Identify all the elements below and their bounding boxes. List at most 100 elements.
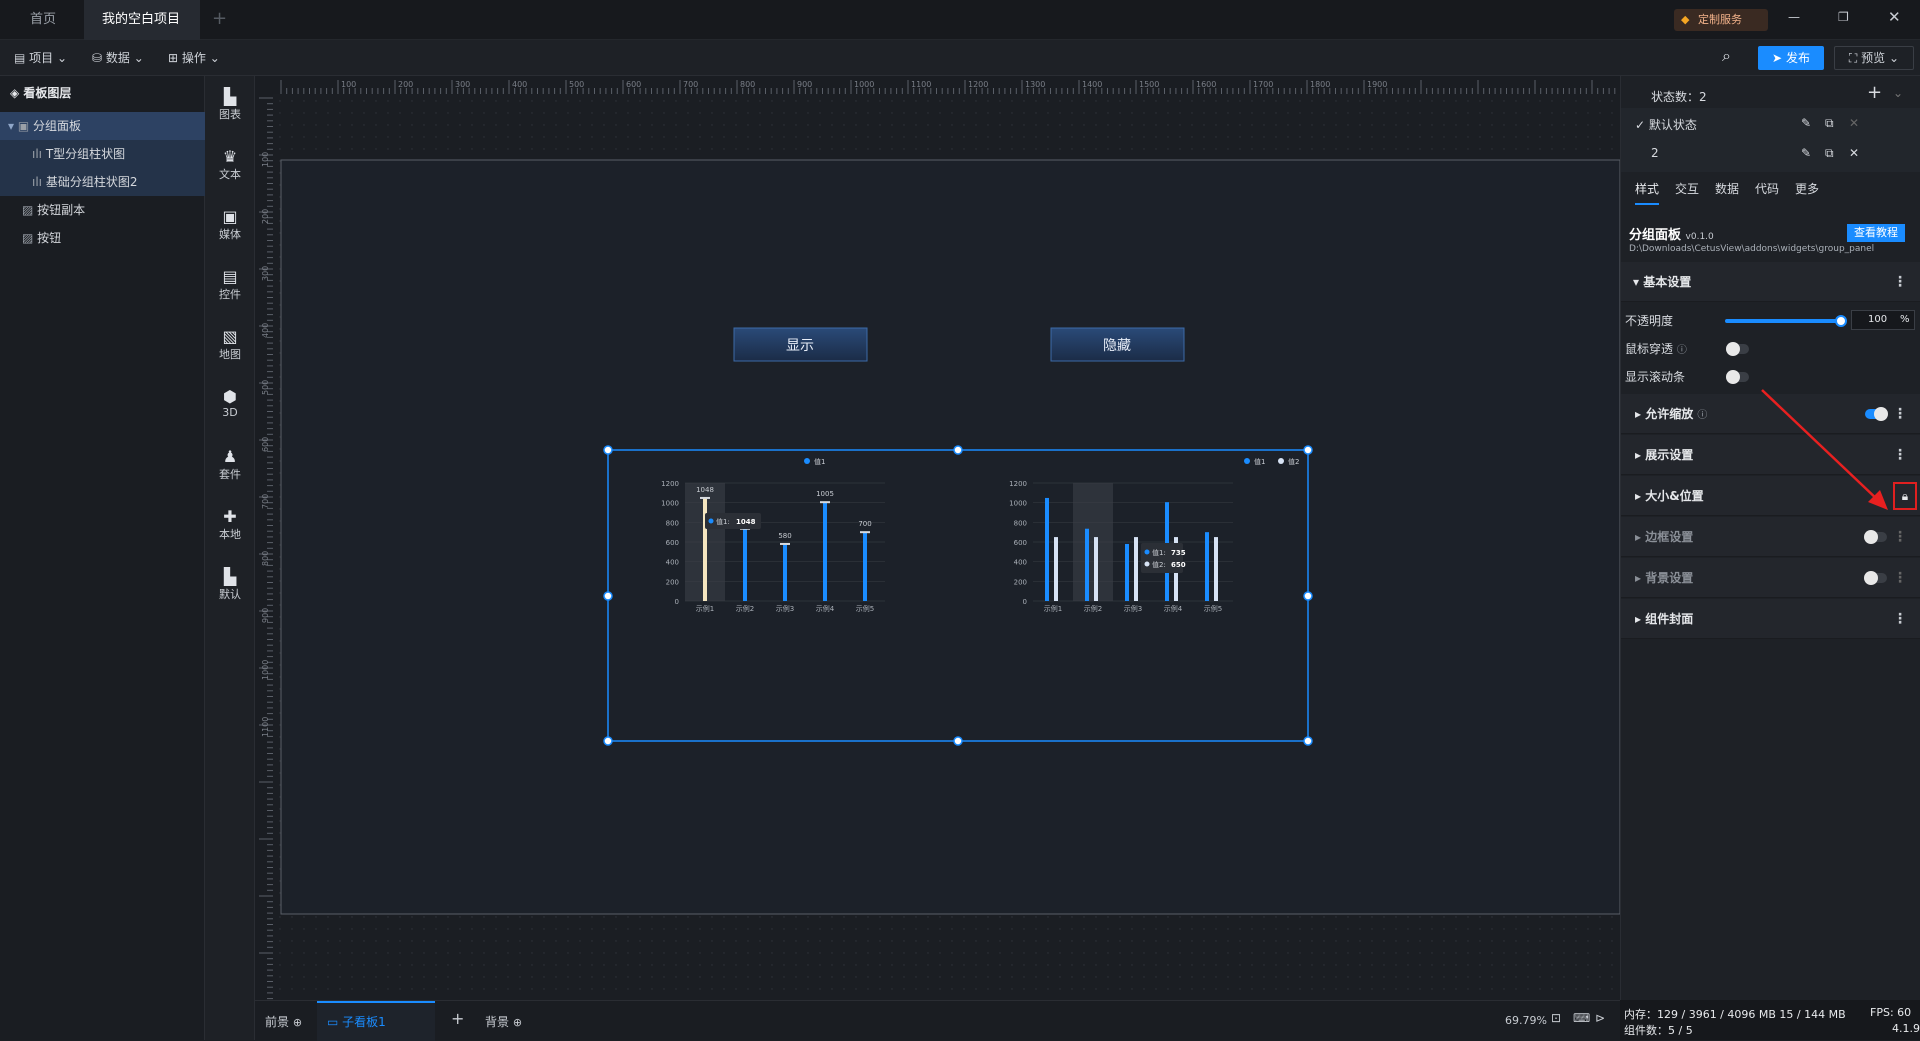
section-basic-settings[interactable]: ▾ 基本设置 ⋮: [1621, 262, 1920, 302]
resize-handle[interactable]: [953, 736, 963, 746]
close-icon[interactable]: ✕: [1888, 8, 1901, 26]
resize-handle[interactable]: [1303, 591, 1313, 601]
tab-interaction[interactable]: 交互: [1675, 180, 1699, 197]
tutorial-button[interactable]: 查看教程: [1847, 224, 1905, 242]
layer-item-button-copy[interactable]: ▨ 按钮副本: [0, 196, 205, 224]
restore-icon[interactable]: ❐: [1838, 10, 1849, 24]
ruler-label: 500: [569, 80, 584, 89]
opacity-slider-handle[interactable]: [1835, 315, 1847, 327]
ruler-label: 800: [740, 80, 755, 89]
chevron-down-icon[interactable]: ⌄: [1893, 86, 1903, 100]
border-toggle[interactable]: [1864, 530, 1887, 544]
show-scrollbar-toggle[interactable]: [1726, 370, 1749, 384]
tab-home[interactable]: 首页: [12, 0, 74, 40]
minimize-icon[interactable]: —: [1788, 10, 1800, 24]
tab-code[interactable]: 代码: [1755, 180, 1779, 197]
tooltip-value: 650: [1171, 561, 1186, 569]
iconbar-local[interactable]: ✚ 本地: [205, 508, 255, 542]
media-icon: ▣: [222, 207, 238, 226]
legend-label: 值1: [814, 457, 825, 466]
opacity-slider[interactable]: [1725, 319, 1841, 323]
iconbar-label: 套件: [219, 468, 241, 481]
copy-icon[interactable]: ⧉: [1825, 146, 1834, 161]
iconbar-control[interactable]: ▤ 控件: [205, 268, 255, 302]
layer-item-basic-bar[interactable]: ılı 基础分组柱状图2: [0, 168, 205, 196]
more-vertical-icon[interactable]: ⋮: [1893, 558, 1907, 598]
search-icon[interactable]: ⌕: [1722, 46, 1731, 66]
iconbar-chart[interactable]: ▙ 图表: [205, 88, 255, 122]
resize-handle[interactable]: [1303, 445, 1313, 455]
foreground-tab[interactable]: 前景 ⊕: [265, 1013, 302, 1030]
layer-item-group-panel[interactable]: ▾ ▣ 分组面板: [0, 112, 205, 140]
resize-handle[interactable]: [603, 591, 613, 601]
menu-action[interactable]: ⊞ 操作 ⌄: [168, 48, 220, 68]
section-border-settings[interactable]: ▸ 边框设置 ⋮: [1621, 517, 1920, 557]
iconbar-3d[interactable]: ⬢ 3D: [205, 388, 255, 420]
shirt-icon: ♟: [222, 447, 238, 466]
resize-handle[interactable]: [1303, 736, 1313, 746]
ruler-label: 1000: [261, 660, 270, 680]
canvas[interactable]: 100 200 300 400 500 600 700 800 900 1000 1100 1200 1…: [255, 76, 1620, 1000]
mouse-through-toggle[interactable]: [1726, 342, 1749, 356]
add-tab-icon[interactable]: +: [212, 8, 227, 29]
terminal-icon[interactable]: ⊳: [1595, 1011, 1605, 1025]
resize-handle[interactable]: [603, 736, 613, 746]
iconbar-media[interactable]: ▣ 媒体: [205, 208, 255, 242]
tab-project[interactable]: 我的空白项目: [84, 0, 200, 64]
legend-marker: [804, 458, 810, 464]
background-toggle[interactable]: [1864, 571, 1887, 585]
iconbar-map[interactable]: ▧ 地图: [205, 328, 255, 362]
custom-service-button[interactable]: ◆ 定制服务: [1674, 9, 1768, 31]
iconbar-text[interactable]: ♛ 文本: [205, 148, 255, 182]
preview-button[interactable]: ⛶ 预览 ⌄: [1834, 46, 1914, 70]
memory-status: 内存：129 / 3961 / 4096 MB 15 / 144 MB: [1624, 1008, 1846, 1021]
tab-more[interactable]: 更多: [1795, 180, 1819, 197]
hide-button[interactable]: 隐藏: [1050, 327, 1185, 362]
chart-icon: ▙: [223, 87, 237, 106]
tab-data[interactable]: 数据: [1715, 180, 1739, 197]
more-vertical-icon[interactable]: ⋮: [1893, 517, 1907, 557]
y-tick-label: 1200: [661, 480, 679, 488]
more-vertical-icon[interactable]: ⋮: [1893, 599, 1907, 639]
keyboard-icon[interactable]: ⌨: [1573, 1011, 1590, 1025]
section-component-cover[interactable]: ▸ 组件封面 ⋮: [1621, 599, 1920, 639]
bar-chart-icon: ılı: [32, 175, 43, 189]
edit-icon[interactable]: ✎: [1801, 146, 1811, 160]
iconbar-default[interactable]: ▙ 默认: [205, 568, 255, 602]
show-button[interactable]: 显示: [733, 327, 868, 362]
more-vertical-icon[interactable]: ⋮: [1893, 262, 1907, 302]
publish-button[interactable]: ➤ 发布: [1758, 46, 1824, 70]
menu-project[interactable]: ▤ 项目 ⌄: [14, 48, 67, 68]
opacity-input[interactable]: 100%: [1851, 310, 1915, 330]
layer-item-button[interactable]: ▨ 按钮: [0, 224, 205, 252]
bar-cap: [820, 501, 830, 504]
resize-handle[interactable]: [603, 445, 613, 455]
iconbar-kit[interactable]: ♟ 套件: [205, 448, 255, 482]
menu-data[interactable]: ⛁ 数据 ⌄: [92, 48, 144, 68]
add-state-icon[interactable]: +: [1867, 82, 1882, 103]
background-tab[interactable]: 背景 ⊕: [485, 1013, 522, 1030]
caret-right-icon: ▸: [1635, 448, 1642, 462]
iconbar-label: 控件: [219, 288, 241, 301]
section-label: 背景设置: [1645, 571, 1694, 585]
layer-item-t-bar[interactable]: ılı T型分组柱状图: [0, 140, 205, 168]
state-default[interactable]: ✓ 默认状态 ✎ ⧉ ✕: [1635, 116, 1915, 133]
layers-panel: ◈ 看板图层 ▾ ▣ 分组面板 ılı T型分组柱状图 ılı 基础分组柱状图2…: [0, 76, 205, 1040]
delete-icon[interactable]: ✕: [1849, 146, 1859, 160]
fit-screen-icon[interactable]: ⊡: [1551, 1011, 1561, 1025]
edit-icon[interactable]: ✎: [1801, 116, 1811, 130]
add-board-icon[interactable]: +: [451, 1009, 464, 1028]
x-tick-label: 示例2: [1084, 604, 1102, 613]
delete-icon[interactable]: ✕: [1849, 116, 1859, 130]
copy-icon[interactable]: ⧉: [1825, 116, 1834, 131]
zoom-level[interactable]: 69.79%: [1505, 1014, 1547, 1027]
caret-right-icon: ▸: [1635, 571, 1642, 585]
sub-board-tab[interactable]: ▭ 子看板1: [317, 1001, 435, 1041]
data-label: 700: [858, 520, 871, 528]
resize-handle[interactable]: [953, 445, 963, 455]
ruler-label: 800: [261, 551, 270, 566]
state-2[interactable]: 2 ✎ ⧉ ✕: [1651, 146, 1915, 160]
section-background-settings[interactable]: ▸ 背景设置 ⋮: [1621, 558, 1920, 598]
tab-style[interactable]: 样式: [1635, 180, 1660, 205]
x-tick-label: 示例4: [1164, 604, 1183, 613]
